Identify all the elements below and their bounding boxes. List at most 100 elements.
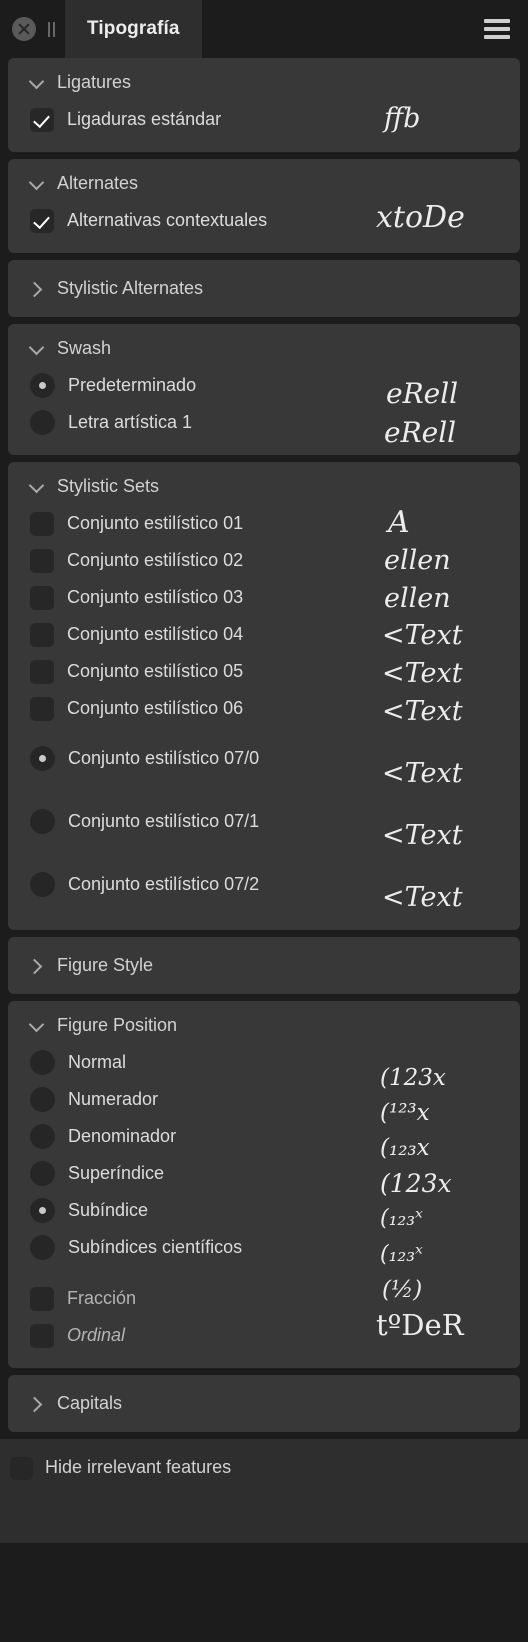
feature-row[interactable]: Subíndice bbox=[8, 1192, 520, 1229]
section-header-capitals[interactable]: Capitals bbox=[8, 1375, 520, 1432]
radio-unselected[interactable] bbox=[30, 872, 55, 897]
chevron-down-icon[interactable] bbox=[30, 76, 44, 90]
feature-row[interactable]: Conjunto estilístico 05 bbox=[8, 653, 520, 690]
chevron-down-icon[interactable] bbox=[30, 1019, 44, 1033]
checkbox-unchecked[interactable] bbox=[30, 696, 54, 721]
section-card: Capitals bbox=[8, 1375, 520, 1432]
radio-selected[interactable] bbox=[30, 1198, 55, 1223]
section-rows: Normal Numerador Denominador Superíndice Sub… bbox=[8, 1044, 520, 1368]
feature-row[interactable]: Conjunto estilístico 07/0 bbox=[8, 727, 520, 790]
checkbox-unchecked[interactable] bbox=[30, 1323, 54, 1348]
feature-row[interactable]: Predeterminado bbox=[8, 367, 520, 404]
feature-label: Conjunto estilístico 05 bbox=[67, 661, 244, 681]
footer-bar: Hide irrelevant features bbox=[0, 1439, 528, 1543]
feature-row[interactable]: Conjunto estilístico 07/1 bbox=[8, 790, 520, 853]
chevron-down-icon[interactable] bbox=[30, 177, 44, 191]
radio-unselected[interactable] bbox=[30, 1235, 55, 1260]
typography-panel: Ligatures Ligaduras estándar ffb Alternates… bbox=[0, 58, 528, 1432]
checkbox-checked[interactable] bbox=[30, 107, 54, 132]
radio-unselected[interactable] bbox=[30, 1087, 55, 1112]
feature-label: Conjunto estilístico 07/0 bbox=[68, 748, 260, 768]
feature-row[interactable]: Conjunto estilístico 07/2 bbox=[8, 853, 520, 916]
chevron-right-icon[interactable] bbox=[30, 1397, 44, 1411]
feature-label: Superíndice bbox=[68, 1163, 165, 1183]
feature-label: Subíndices científicos bbox=[68, 1237, 243, 1257]
feature-row[interactable]: Normal bbox=[8, 1044, 520, 1081]
feature-label: Ligaduras estándar bbox=[67, 109, 222, 129]
feature-row[interactable]: Letra artística 1 bbox=[8, 404, 520, 441]
section-header-figure-style[interactable]: Figure Style bbox=[8, 937, 520, 994]
hamburger-menu-icon[interactable] bbox=[484, 19, 510, 39]
section-header-stylistic-alternates[interactable]: Stylistic Alternates bbox=[8, 260, 520, 317]
chevron-right-icon[interactable] bbox=[30, 959, 44, 973]
feature-row[interactable]: Conjunto estilístico 01 bbox=[8, 505, 520, 542]
radio-selected[interactable] bbox=[30, 373, 55, 398]
section-rows: Predeterminado Letra artística 1 bbox=[8, 367, 520, 455]
feature-row[interactable]: Ligaduras estándar bbox=[8, 101, 520, 138]
feature-label: Numerador bbox=[68, 1089, 159, 1109]
section-card: Stylistic Sets Conjunto estilístico 01 Con… bbox=[8, 462, 520, 930]
radio-unselected[interactable] bbox=[30, 410, 55, 435]
section-card: Swash Predeterminado Letra artística 1 eRel… bbox=[8, 324, 520, 455]
feature-row[interactable]: Conjunto estilístico 06 bbox=[8, 690, 520, 727]
section-header-swash[interactable]: Swash bbox=[8, 324, 520, 367]
feature-label: Letra artística 1 bbox=[68, 412, 193, 432]
close-circle-icon[interactable] bbox=[12, 17, 36, 41]
checkbox-checked[interactable] bbox=[30, 208, 54, 233]
checkbox-unchecked[interactable] bbox=[30, 622, 54, 647]
feature-label: Predeterminado bbox=[68, 375, 197, 395]
section-rows: Alternativas contextuales bbox=[8, 202, 520, 253]
feature-row[interactable]: Denominador bbox=[8, 1118, 520, 1155]
feature-label: Ordinal bbox=[67, 1325, 126, 1345]
section-card: Figure Position Normal Numerador Denominado… bbox=[8, 1001, 520, 1368]
section-title: Alternates bbox=[57, 173, 139, 193]
checkbox-unchecked[interactable] bbox=[30, 511, 54, 536]
checkbox-unchecked[interactable] bbox=[30, 585, 54, 610]
feature-label: Denominador bbox=[68, 1126, 177, 1146]
hide-irrelevant-features-checkbox[interactable] bbox=[10, 1457, 33, 1480]
section-title: Ligatures bbox=[57, 72, 132, 92]
feature-row[interactable]: Fracción bbox=[8, 1280, 520, 1317]
feature-row[interactable]: Subíndices científicos bbox=[8, 1229, 520, 1266]
section-title: Swash bbox=[57, 338, 112, 358]
section-header-ligatures[interactable]: Ligatures bbox=[8, 58, 520, 101]
section-title: Figure Style bbox=[57, 955, 154, 975]
chevron-down-icon[interactable] bbox=[30, 480, 44, 494]
section-title: Capitals bbox=[57, 1393, 123, 1413]
title-bar-left-controls bbox=[0, 0, 55, 58]
feature-row[interactable]: Numerador bbox=[8, 1081, 520, 1118]
feature-label: Conjunto estilístico 06 bbox=[67, 698, 244, 718]
section-rows: Ligaduras estándar bbox=[8, 101, 520, 152]
hide-irrelevant-features-label: Hide irrelevant features bbox=[45, 1457, 232, 1477]
section-title: Stylistic Alternates bbox=[57, 278, 204, 298]
checkbox-unchecked[interactable] bbox=[30, 659, 54, 684]
feature-label: Conjunto estilístico 04 bbox=[67, 624, 244, 644]
feature-row[interactable]: Conjunto estilístico 02 bbox=[8, 542, 520, 579]
feature-row[interactable]: Alternativas contextuales bbox=[8, 202, 520, 239]
tab-tipografia[interactable]: Tipografía bbox=[65, 0, 202, 58]
feature-label: Conjunto estilístico 02 bbox=[67, 550, 244, 570]
feature-row[interactable]: Superíndice bbox=[8, 1155, 520, 1192]
feature-label: Subíndice bbox=[68, 1200, 149, 1220]
chevron-down-icon[interactable] bbox=[30, 342, 44, 356]
section-title: Stylistic Sets bbox=[57, 476, 160, 496]
section-title: Figure Position bbox=[57, 1015, 178, 1035]
checkbox-unchecked[interactable] bbox=[30, 548, 54, 573]
checkbox-unchecked[interactable] bbox=[30, 1286, 54, 1311]
feature-row[interactable]: Conjunto estilístico 03 bbox=[8, 579, 520, 616]
radio-unselected[interactable] bbox=[30, 1050, 55, 1075]
radio-unselected[interactable] bbox=[30, 1124, 55, 1149]
pause-icon[interactable] bbox=[48, 21, 55, 37]
radio-selected[interactable] bbox=[30, 746, 55, 771]
feature-row[interactable]: Conjunto estilístico 04 bbox=[8, 616, 520, 653]
section-header-alternates[interactable]: Alternates bbox=[8, 159, 520, 202]
section-header-stylistic-sets[interactable]: Stylistic Sets bbox=[8, 462, 520, 505]
feature-label: Normal bbox=[68, 1052, 127, 1072]
section-header-figure-position[interactable]: Figure Position bbox=[8, 1001, 520, 1044]
feature-label: Conjunto estilístico 07/2 bbox=[68, 874, 260, 894]
feature-label: Alternativas contextuales bbox=[67, 210, 268, 230]
chevron-right-icon[interactable] bbox=[30, 282, 44, 296]
radio-unselected[interactable] bbox=[30, 809, 55, 834]
feature-row[interactable]: Ordinal bbox=[8, 1317, 520, 1354]
radio-unselected[interactable] bbox=[30, 1161, 55, 1186]
